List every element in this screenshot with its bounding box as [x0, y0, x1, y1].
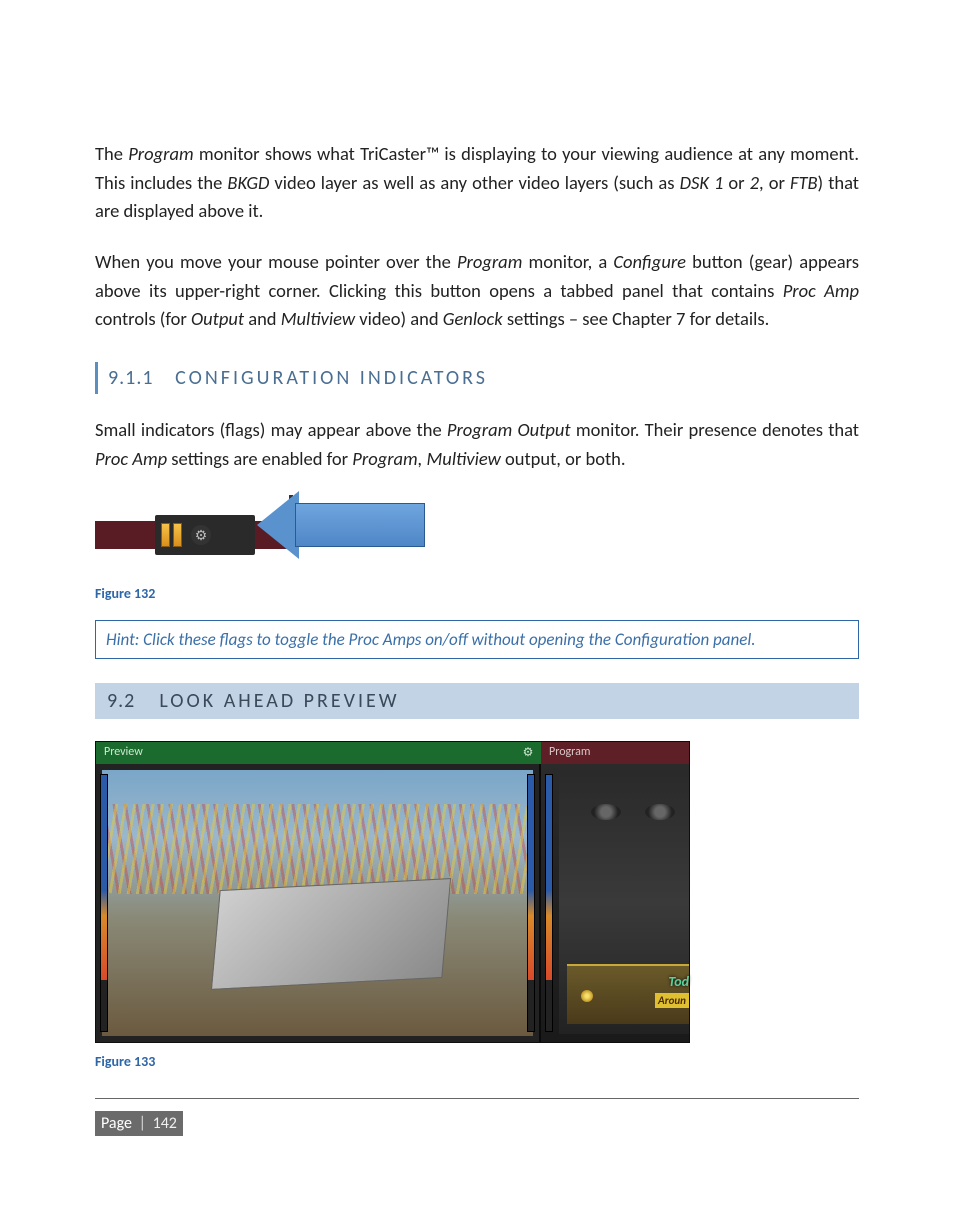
arrow-body: [295, 503, 425, 547]
paragraph-2: When you move your mouse pointer over th…: [95, 248, 859, 334]
arrow-icon: [257, 491, 299, 559]
overlay-title-top: Tod: [668, 973, 689, 990]
footer-page-number: 142: [153, 1114, 177, 1133]
program-monitor: Tod Aroun: [541, 764, 689, 1042]
preview-monitor-header: Preview ⚙: [96, 742, 541, 764]
preview-monitor: [96, 764, 541, 1042]
heading-number: 9.1.1: [108, 366, 154, 390]
program-label: Program: [549, 745, 590, 759]
document-page: The Program monitor shows what TriCaster…: [0, 0, 954, 1196]
footer-separator: |: [139, 1114, 146, 1133]
hint-callout: Hint: Click these flags to toggle the Pr…: [95, 620, 859, 659]
paragraph-3: Small indicators (flags) may appear abov…: [95, 416, 859, 473]
heading-title: LOOK AHEAD PREVIEW: [159, 689, 399, 713]
heading-9-1-1: 9.1.1 CONFIGURATION INDICATORS: [95, 362, 859, 394]
vu-meter-left: [100, 774, 108, 1032]
proc-amp-flag-icon[interactable]: [161, 523, 170, 547]
paragraph-1: The Program monitor shows what TriCaster…: [95, 140, 859, 226]
figure-133-image: Preview ⚙ Program Tod: [95, 741, 690, 1043]
hint-text: Hint: Click these flags to toggle the Pr…: [106, 629, 756, 650]
footer-divider: [95, 1098, 859, 1099]
vu-meter-left: [545, 774, 553, 1032]
gear-icon[interactable]: ⚙: [191, 525, 211, 545]
gear-icon[interactable]: ⚙: [521, 745, 535, 759]
indicator-panel: ⚙: [155, 515, 255, 555]
page-footer: Page | 142: [95, 1111, 183, 1136]
heading-title: CONFIGURATION INDICATORS: [175, 366, 488, 390]
heading-9-2: 9.2 LOOK AHEAD PREVIEW: [95, 683, 859, 719]
footer-page-word: Page: [101, 1114, 132, 1133]
figure-133-caption: Figure 133: [95, 1053, 859, 1070]
overlay-title-bottom: Aroun: [655, 993, 689, 1008]
monitor-body: Tod Aroun: [96, 764, 689, 1042]
heading-number: 9.2: [107, 689, 135, 713]
figure-132-caption: Figure 132: [95, 585, 859, 602]
vu-meter-right: [527, 774, 535, 1032]
preview-scene-detail: [106, 804, 529, 894]
figure-132-image: ⚙: [95, 495, 425, 575]
preview-label: Preview: [104, 745, 143, 759]
preview-scene-detail: [211, 878, 451, 990]
program-monitor-header: Program: [541, 742, 689, 764]
proc-amp-flag-icon[interactable]: [173, 523, 182, 547]
monitor-titlebar: Preview ⚙ Program: [96, 742, 689, 764]
